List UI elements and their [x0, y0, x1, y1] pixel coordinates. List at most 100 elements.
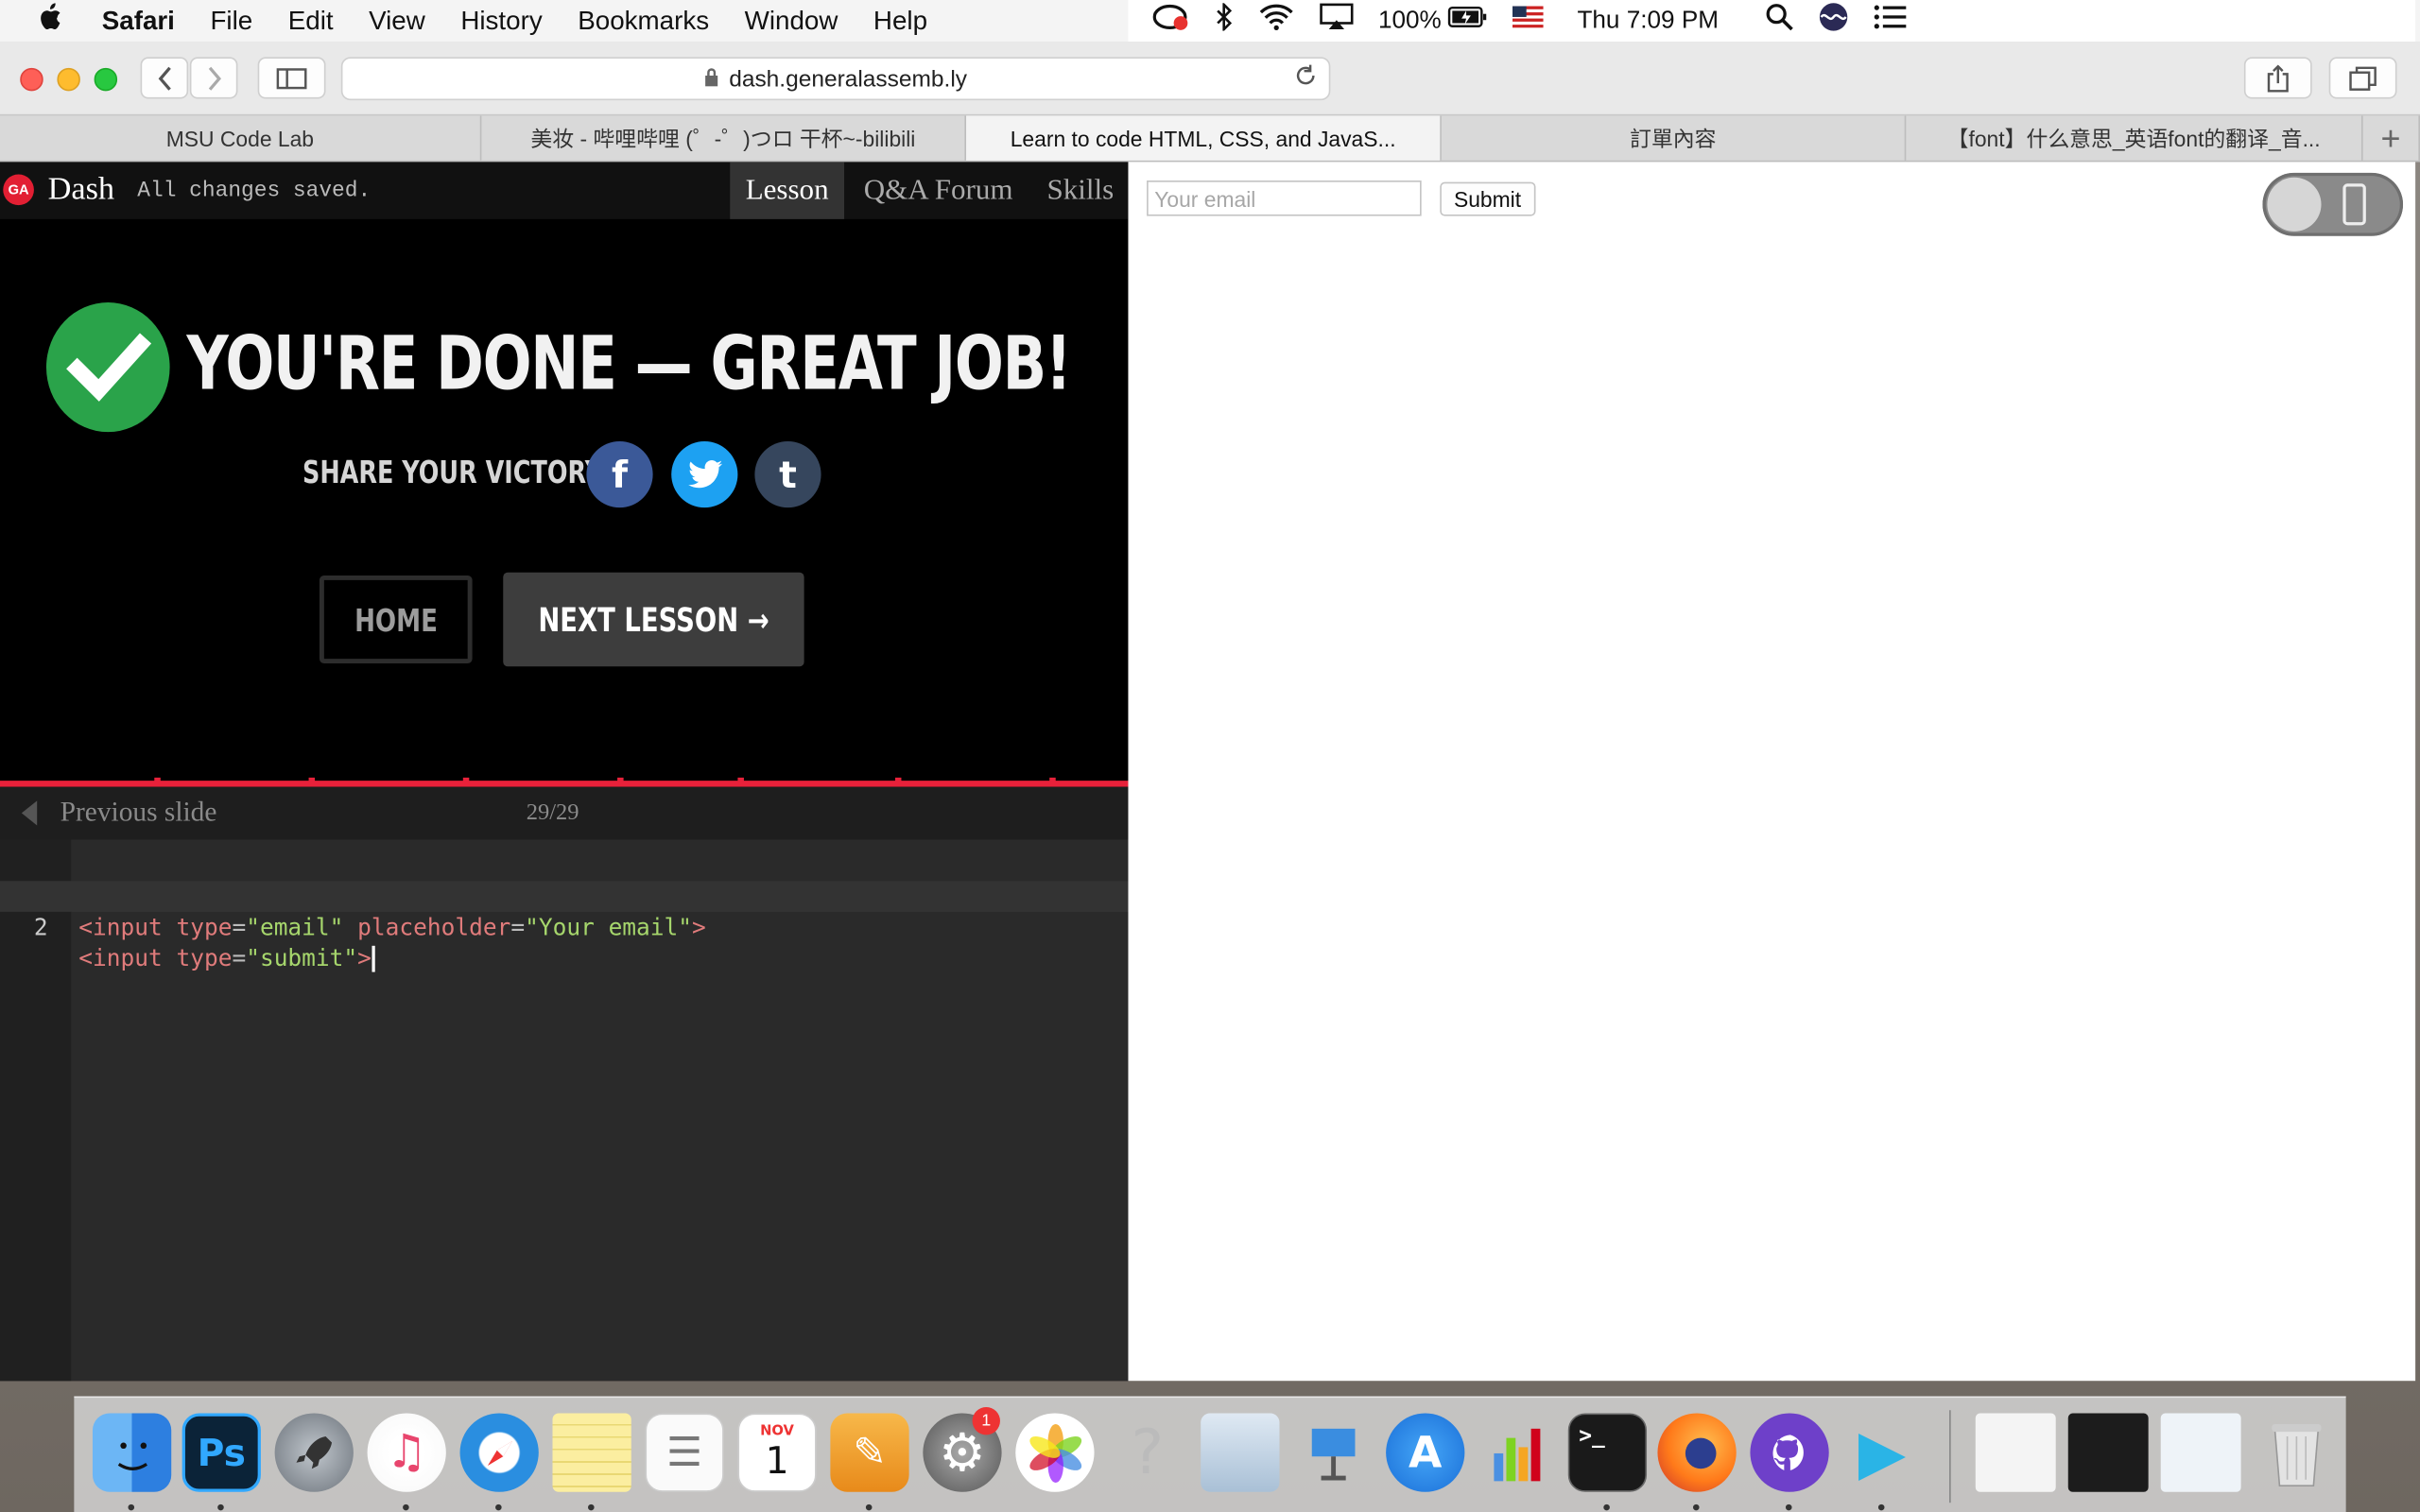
itunes-icon[interactable]: ♫ — [367, 1413, 446, 1492]
menu-app-name[interactable]: Safari — [102, 6, 175, 37]
running-indicator — [1785, 1503, 1792, 1511]
running-indicator — [403, 1503, 409, 1511]
running-indicator — [865, 1503, 873, 1511]
spotlight-icon[interactable] — [1765, 3, 1793, 39]
code-editor[interactable]: 1 <input type="email" placeholder="Your … — [0, 839, 1129, 1382]
notes-icon[interactable] — [552, 1413, 631, 1492]
tab-qa-forum[interactable]: Q&A Forum — [854, 162, 1024, 218]
battery-icon[interactable] — [1447, 6, 1487, 36]
dock: Ps ♫ ☰ NOV 1 ✎ ⚙ 1 ? A >_ ▶ — [74, 1396, 2346, 1512]
code-tag: <input — [78, 944, 163, 972]
us-flag-icon[interactable] — [1512, 6, 1544, 36]
address-bar[interactable]: dash.generalassemb.ly — [340, 57, 1331, 101]
calendar-month: NOV — [760, 1423, 794, 1439]
menu-bar: Safari File Edit View History Bookmarks … — [0, 0, 2420, 43]
tab-lesson[interactable]: Lesson — [730, 162, 845, 219]
minimize-window-button[interactable] — [57, 67, 80, 92]
dash-brand[interactable]: Dash — [48, 170, 114, 209]
app-store-icon[interactable]: A — [1386, 1413, 1465, 1492]
menu-bookmarks[interactable]: Bookmarks — [578, 6, 709, 37]
minimized-window-thumbnail[interactable] — [1975, 1413, 2056, 1492]
tab-skills[interactable]: Skills — [1036, 162, 1126, 218]
calendar-day: 1 — [765, 1438, 789, 1483]
safari-icon[interactable] — [459, 1413, 539, 1492]
menu-view[interactable]: View — [369, 6, 425, 37]
finder-icon[interactable] — [92, 1413, 172, 1492]
reload-icon[interactable] — [1293, 63, 1318, 95]
trash-icon[interactable] — [2256, 1414, 2335, 1492]
apple-icon[interactable] — [37, 3, 74, 39]
url-text: dash.generalassemb.ly — [729, 65, 968, 93]
github-desktop-icon[interactable] — [1750, 1413, 1829, 1492]
wifi-icon[interactable] — [1258, 3, 1295, 39]
terminal-icon[interactable]: >_ — [1567, 1413, 1648, 1492]
tabs-overview-icon — [2349, 65, 2377, 91]
slide-nav-bar: Previous slide 29/29 — [0, 786, 1129, 840]
code-attr: type — [176, 913, 233, 941]
tumblr-share-button[interactable]: t — [754, 440, 821, 508]
code-line-current[interactable]: 2 <input type="submit"> — [0, 881, 1129, 972]
menu-help[interactable]: Help — [873, 6, 927, 37]
airplay-icon[interactable] — [1320, 3, 1354, 39]
code-line[interactable]: 1 <input type="email" placeholder="Your … — [0, 850, 1128, 941]
dock-separator — [1949, 1410, 1951, 1503]
twitter-share-button[interactable] — [671, 440, 738, 508]
running-indicator — [1603, 1503, 1610, 1511]
previous-slide-link[interactable]: Previous slide — [60, 796, 217, 828]
sidebar-icon — [276, 67, 307, 89]
phone-icon — [2342, 183, 2366, 226]
next-lesson-button[interactable]: NEXT LESSON → — [503, 572, 804, 667]
notification-center-icon[interactable] — [1873, 3, 1907, 39]
close-window-button[interactable] — [20, 67, 43, 92]
running-indicator — [1877, 1503, 1885, 1511]
back-button[interactable] — [140, 57, 189, 99]
minimized-window-thumbnail[interactable] — [2067, 1413, 2149, 1492]
video-player-icon[interactable]: ▶ — [1842, 1414, 1921, 1492]
show-all-tabs-button[interactable] — [2328, 57, 2397, 99]
reminders-icon[interactable]: ☰ — [645, 1413, 724, 1492]
email-field[interactable] — [1147, 180, 1422, 216]
home-button[interactable]: HOME — [319, 575, 473, 664]
minimized-window-thumbnail[interactable] — [2160, 1413, 2241, 1492]
tab-msu-code-lab[interactable]: MSU Code Lab — [0, 115, 482, 161]
zoom-window-button[interactable] — [94, 67, 118, 92]
submit-button[interactable]: Submit — [1440, 181, 1535, 216]
preview-icon[interactable] — [1201, 1413, 1280, 1492]
menu-window[interactable]: Window — [745, 6, 838, 37]
launchpad-icon[interactable] — [274, 1413, 354, 1492]
sidebar-toggle-button[interactable] — [257, 57, 326, 99]
tab-bar: MSU Code Lab 美妆 - 哔哩哔哩 (゜-゜)つロ 干杯~-bilib… — [0, 115, 2420, 163]
share-label: SHARE YOUR VICTORY: — [302, 453, 611, 491]
numbers-icon[interactable] — [1478, 1414, 1557, 1492]
keynote-icon[interactable] — [1293, 1414, 1372, 1492]
pages-icon[interactable]: ✎ — [830, 1413, 909, 1492]
photoshop-icon[interactable]: Ps — [182, 1413, 261, 1492]
photos-icon[interactable] — [1015, 1413, 1095, 1492]
tab-order-details[interactable]: 訂單內容 — [1442, 115, 1907, 161]
share-icon — [2267, 63, 2289, 92]
menu-edit[interactable]: Edit — [288, 6, 334, 37]
share-button[interactable] — [2243, 57, 2312, 99]
checkmark-icon — [45, 302, 170, 433]
next-lesson-label: NEXT LESSON → — [538, 600, 769, 639]
previous-arrow-icon[interactable] — [21, 800, 38, 826]
calendar-icon[interactable]: NOV 1 — [737, 1413, 817, 1492]
tab-font-translation[interactable]: 【font】什么意思_英语font的翻译_音... — [1906, 115, 2363, 161]
forward-button[interactable] — [189, 57, 238, 99]
mobile-view-toggle[interactable] — [2262, 172, 2404, 236]
bluetooth-icon[interactable] — [1215, 1, 1234, 39]
creative-cloud-icon[interactable] — [1152, 3, 1190, 39]
facebook-share-button[interactable]: f — [586, 440, 653, 508]
firefox-icon[interactable] — [1657, 1413, 1737, 1492]
tab-general-assembly[interactable]: Learn to code HTML, CSS, and JavaS... — [966, 115, 1442, 161]
clock[interactable]: Thu 7:09 PM — [1577, 7, 1719, 34]
help-icon[interactable]: ? — [1108, 1414, 1186, 1492]
preview-pane: Submit — [1128, 162, 2416, 1382]
toggle-knob — [2267, 177, 2322, 232]
siri-icon[interactable] — [1817, 2, 1848, 41]
ga-logo[interactable]: GA — [3, 174, 34, 206]
menu-file[interactable]: File — [210, 6, 252, 37]
tab-bilibili[interactable]: 美妆 - 哔哩哔哩 (゜-゜)つロ 干杯~-bilibili — [481, 115, 967, 161]
menu-history[interactable]: History — [460, 6, 542, 37]
new-tab-button[interactable]: + — [2363, 115, 2420, 161]
